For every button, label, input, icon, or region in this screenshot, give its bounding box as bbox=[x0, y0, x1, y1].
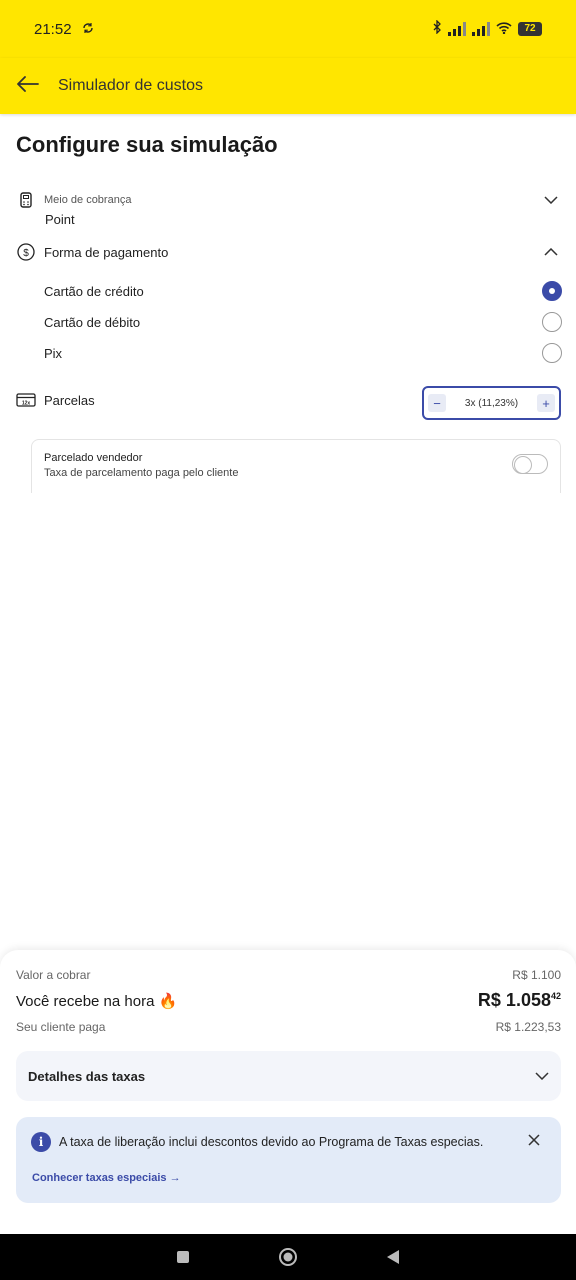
radio-button[interactable] bbox=[542, 312, 562, 332]
chevron-down-icon[interactable] bbox=[543, 192, 559, 208]
info-text: A taxa de liberação inclui descontos dev… bbox=[59, 1135, 484, 1149]
back-nav-button[interactable] bbox=[383, 1247, 403, 1267]
chevron-down-icon bbox=[535, 1067, 549, 1085]
parcelas-stepper[interactable]: − 3x (11,23%) + bbox=[422, 386, 561, 420]
valor-cobrar-value: R$ 1.100 bbox=[512, 968, 561, 982]
status-bar: 21:52 72 bbox=[0, 0, 576, 58]
bluetooth-icon bbox=[432, 19, 442, 38]
sync-icon bbox=[82, 21, 94, 38]
chevron-up-icon[interactable] bbox=[543, 244, 559, 260]
minus-button[interactable]: − bbox=[428, 394, 446, 412]
meio-cobranca-label: Meio de cobrança bbox=[44, 194, 132, 206]
radio-option-label: Cartão de débito bbox=[44, 314, 141, 330]
system-nav-bar bbox=[0, 1234, 576, 1280]
parcelado-vendedor-title: Parcelado vendedor bbox=[44, 452, 143, 464]
arrow-left-icon bbox=[17, 75, 39, 97]
svg-text:$: $ bbox=[23, 248, 29, 259]
installments-icon: 12x bbox=[16, 390, 36, 410]
cliente-paga-value: R$ 1.223,53 bbox=[495, 1020, 561, 1034]
battery-icon: 72 bbox=[518, 22, 542, 36]
signal-icon bbox=[448, 22, 466, 36]
close-icon[interactable] bbox=[527, 1133, 543, 1149]
radio-option-label: Pix bbox=[44, 345, 63, 361]
taxas-especiais-link[interactable]: Conhecer taxas especiais → bbox=[32, 1172, 181, 1184]
valor-cobrar-row: Valor a cobrar R$ 1.100 bbox=[16, 968, 561, 982]
radio-option-label: Cartão de crédito bbox=[44, 283, 144, 299]
pos-terminal-icon bbox=[16, 190, 36, 210]
parcelas-label: Parcelas bbox=[44, 392, 95, 408]
radio-button-selected[interactable] bbox=[542, 281, 562, 301]
recebe-row: Você recebe na hora 🔥 R$ 1.05842 bbox=[16, 990, 561, 1011]
info-icon: i bbox=[31, 1132, 51, 1152]
radio-option-debito[interactable]: Cartão de débito bbox=[44, 312, 562, 332]
parcelas-row: 12x Parcelas bbox=[16, 390, 396, 410]
summary-sheet: Valor a cobrar R$ 1.100 Você recebe na h… bbox=[0, 950, 576, 1234]
forma-pagamento-label: Forma de pagamento bbox=[44, 244, 169, 260]
cliente-paga-row: Seu cliente paga R$ 1.223,53 bbox=[16, 1020, 561, 1034]
recebe-amount: R$ 1.058 bbox=[477, 990, 551, 1010]
valor-cobrar-label: Valor a cobrar bbox=[16, 968, 91, 982]
cliente-paga-label: Seu cliente paga bbox=[16, 1020, 106, 1034]
radio-button[interactable] bbox=[542, 343, 562, 363]
meio-cobranca-value: Point bbox=[45, 212, 75, 227]
dollar-circle-icon: $ bbox=[16, 242, 36, 262]
home-button[interactable] bbox=[278, 1247, 298, 1267]
recents-button[interactable] bbox=[173, 1247, 193, 1267]
recebe-value: R$ 1.05842 bbox=[478, 990, 561, 1011]
svg-text:12x: 12x bbox=[22, 401, 31, 407]
info-banner: i A taxa de liberação inclui descontos d… bbox=[16, 1117, 561, 1203]
forma-pagamento-row[interactable]: $ Forma de pagamento bbox=[16, 242, 561, 262]
status-time: 21:52 bbox=[34, 20, 72, 38]
radio-option-credito[interactable]: Cartão de crédito bbox=[44, 281, 562, 301]
meio-cobranca-row[interactable]: Meio de cobrança bbox=[16, 190, 561, 210]
parcelado-vendedor-toggle[interactable] bbox=[512, 454, 548, 474]
app-bar: Simulador de custos bbox=[0, 58, 576, 114]
radio-option-pix[interactable]: Pix bbox=[44, 343, 562, 363]
parcelas-value: 3x (11,23%) bbox=[464, 397, 519, 409]
status-right: 72 bbox=[432, 19, 542, 38]
detalhes-taxas-accordion[interactable]: Detalhes das taxas bbox=[16, 1051, 561, 1101]
plus-button[interactable]: + bbox=[537, 394, 555, 412]
status-left: 21:52 bbox=[34, 21, 94, 38]
recebe-label: Você recebe na hora 🔥 bbox=[16, 993, 178, 1010]
parcelado-vendedor-card: Parcelado vendedor Taxa de parcelamento … bbox=[31, 439, 561, 493]
signal-icon bbox=[472, 22, 490, 36]
wifi-icon bbox=[496, 21, 512, 38]
recebe-cents: 42 bbox=[550, 991, 561, 1001]
parcelado-vendedor-subtitle: Taxa de parcelamento paga pelo cliente bbox=[44, 467, 239, 479]
back-button[interactable] bbox=[16, 74, 40, 98]
detalhes-taxas-label: Detalhes das taxas bbox=[28, 1068, 146, 1084]
page-title: Configure sua simulação bbox=[16, 132, 278, 157]
app-bar-title: Simulador de custos bbox=[58, 77, 203, 94]
